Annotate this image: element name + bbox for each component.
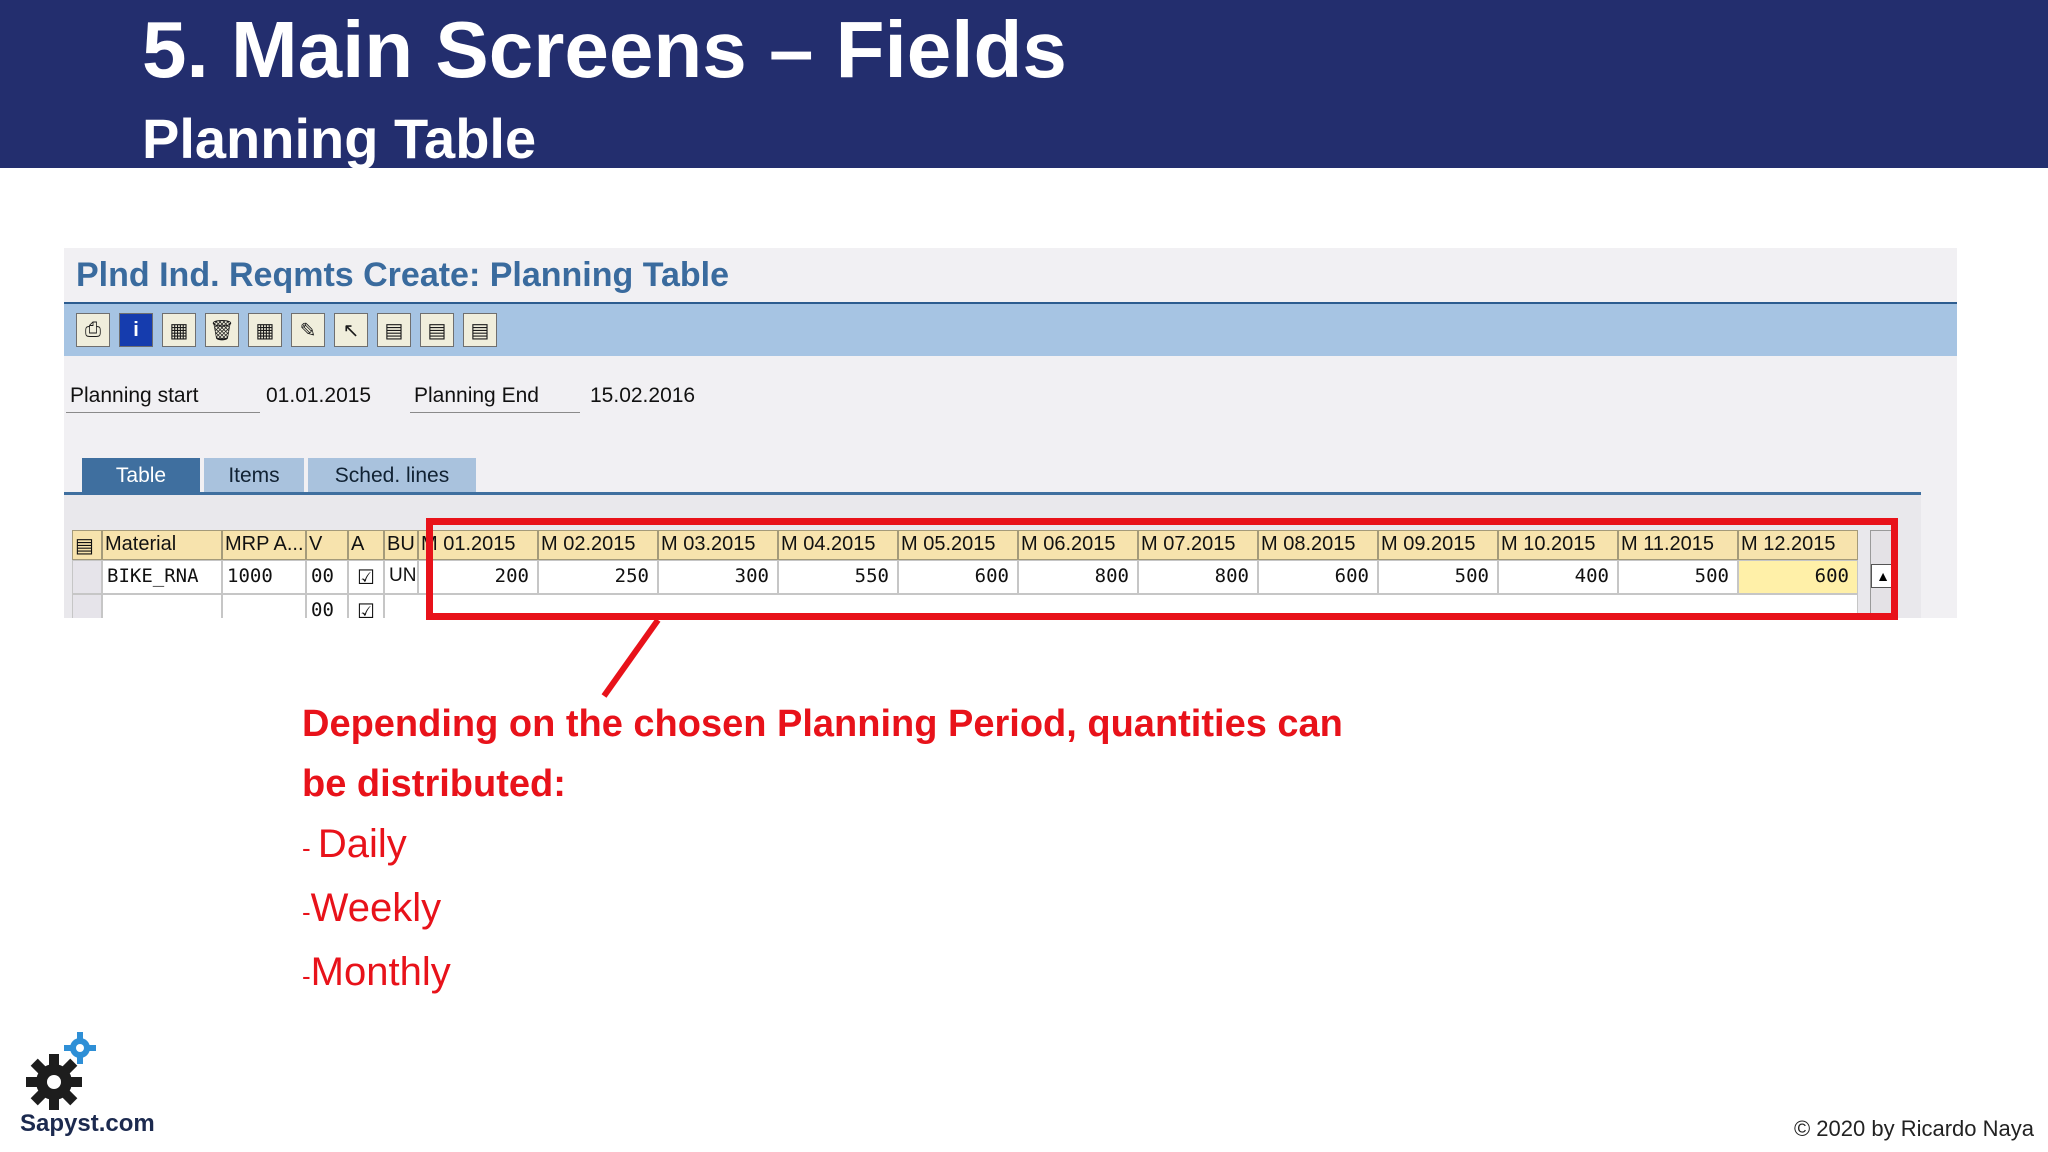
logo-text: Sapyst.com [20, 1110, 155, 1137]
option-weekly: -Weekly [302, 886, 442, 930]
pointer-line [601, 618, 661, 698]
option-daily: - Daily [302, 822, 407, 866]
callout-line: Depending on the chosen Planning Period,… [302, 703, 1343, 745]
option-monthly: -Monthly [302, 950, 451, 994]
callout-text: Depending on the chosen Planning Period,… [302, 694, 1502, 1006]
callout-line: be distributed: [302, 763, 566, 805]
copyright: © 2020 by Ricardo Naya [1793, 1116, 2034, 1141]
